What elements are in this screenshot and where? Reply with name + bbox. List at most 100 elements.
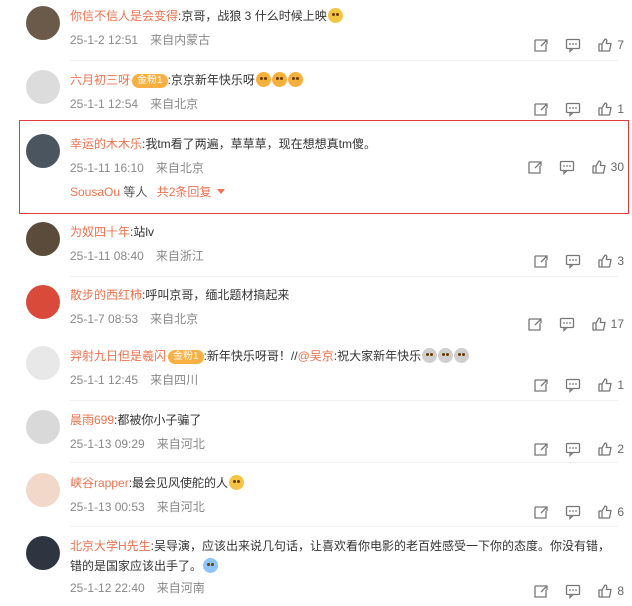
- comment-text: :吴导演，应该出来说几句话，让喜欢看你电影的老百姓感受一下你的态度。你没有错，错…: [70, 539, 611, 573]
- comment-text: :呼叫京哥，缅北题材搞起来: [142, 288, 290, 302]
- comment-username[interactable]: 羿射九日但是羲闪: [70, 349, 166, 363]
- divider: [70, 276, 618, 277]
- avatar[interactable]: [26, 346, 60, 380]
- comment-username[interactable]: 你信不信人是会变得: [70, 9, 178, 23]
- repost-icon[interactable]: [533, 377, 549, 393]
- comment-item: 幸运的木木乐:我tm看了两遍，草草草，现在想想真tm傻。 25-1-11 16:…: [0, 134, 632, 214]
- comment-icon[interactable]: [565, 253, 581, 269]
- comment-icon[interactable]: [565, 583, 581, 599]
- comment-location: 来自北京: [155, 161, 204, 175]
- divider: [70, 462, 618, 463]
- reply-count[interactable]: 共2条回复: [157, 185, 212, 199]
- like-button[interactable]: 17: [591, 316, 624, 332]
- like-button[interactable]: 30: [591, 159, 624, 175]
- thumbs-up-icon: [591, 160, 606, 174]
- avatar[interactable]: [26, 473, 60, 507]
- avatar[interactable]: [26, 134, 60, 168]
- avatar[interactable]: [26, 285, 60, 319]
- comment-username[interactable]: 散步的西红柿: [70, 288, 142, 302]
- comment-username[interactable]: 北京大学H先生: [70, 539, 151, 553]
- comment-time: 25-1-1 12:45: [70, 373, 139, 387]
- divider: [70, 60, 618, 61]
- comment-icon[interactable]: [565, 377, 581, 393]
- comment-text: :京哥，战狼 3 什么时候上映: [178, 9, 327, 23]
- like-button[interactable]: 1: [597, 377, 624, 393]
- like-button[interactable]: 6: [597, 504, 624, 520]
- comment-icon[interactable]: [565, 441, 581, 457]
- repost-icon[interactable]: [533, 441, 549, 457]
- comment-time: 25-1-2 12:51: [70, 33, 139, 47]
- avatar[interactable]: [26, 410, 60, 444]
- avatar[interactable]: [26, 222, 60, 256]
- comment-time: 25-1-11 08:40: [70, 249, 144, 263]
- like-button[interactable]: 2: [597, 441, 624, 457]
- avatar[interactable]: [26, 6, 60, 40]
- divider: [70, 400, 618, 401]
- like-count: 2: [617, 442, 624, 456]
- comment-time: 25-1-7 08:53: [70, 312, 139, 326]
- reply-username[interactable]: SousaOu: [70, 185, 120, 199]
- comment-location: 来自河南: [156, 581, 205, 595]
- comment-username[interactable]: 峡谷rapper: [70, 476, 129, 490]
- comment-item: 北京大学H先生:吴导演，应该出来说几句话，让喜欢看你电影的老百姓感受一下你的态度…: [0, 536, 632, 604]
- comment-text: :站lv: [130, 225, 155, 239]
- repost-icon[interactable]: [533, 583, 549, 599]
- like-count: 1: [617, 102, 624, 116]
- thumbs-up-icon: [591, 317, 606, 331]
- repost-icon[interactable]: [533, 504, 549, 520]
- like-count: 17: [610, 317, 624, 331]
- avatar[interactable]: [26, 70, 60, 104]
- comment-item: 六月初三呀 金粉1:京京新年快乐呀 25-1-1 12:54 来自北京 1: [0, 70, 632, 120]
- comment-time: 25-1-13 09:29: [70, 437, 145, 451]
- comment-item: 峡谷rapper:最会见风使舵的人 25-1-13 00:53 来自河北 6: [0, 473, 632, 525]
- comment-icon[interactable]: [565, 37, 581, 53]
- comment-username[interactable]: 六月初三呀: [70, 73, 130, 87]
- comment-icon[interactable]: [559, 159, 575, 175]
- mention-link[interactable]: @吴京: [298, 349, 334, 363]
- thumbs-up-icon: [598, 38, 612, 52]
- comment-text: :都被你小子骗了: [114, 413, 202, 427]
- comment-username[interactable]: 晨雨699: [70, 413, 114, 427]
- comment-location: 来自河北: [156, 437, 205, 451]
- like-count: 30: [610, 160, 624, 174]
- comment-text: :京京新年快乐呀: [167, 73, 255, 87]
- like-button[interactable]: 1: [597, 101, 624, 117]
- comment-item: 为奴四十年:站lv 25-1-11 08:40 来自浙江 3: [0, 222, 632, 274]
- quoted-text: :祝大家新年快乐: [333, 349, 422, 363]
- emoji-icon: [287, 72, 303, 87]
- comment-username[interactable]: 为奴四十年: [70, 225, 130, 239]
- comment-location: 来自河北: [156, 500, 205, 514]
- comment-icon[interactable]: [565, 504, 581, 520]
- like-count: 3: [617, 254, 624, 268]
- emoji-icon: [271, 72, 287, 87]
- like-count: 7: [617, 38, 624, 52]
- comment-icon[interactable]: [565, 101, 581, 117]
- divider: [70, 526, 618, 527]
- repost-icon[interactable]: [533, 37, 549, 53]
- reply-suffix: 等人: [123, 185, 148, 199]
- like-count: 6: [617, 505, 624, 519]
- repost-icon[interactable]: [533, 253, 549, 269]
- fan-badge: 金粉1: [168, 350, 204, 364]
- thumbs-up-icon: [598, 505, 612, 519]
- comment-item: 散步的西红柿:呼叫京哥，缅北题材搞起来 25-1-7 08:53 来自北京 17: [0, 285, 632, 337]
- avatar[interactable]: [26, 536, 60, 570]
- like-button[interactable]: 7: [597, 37, 624, 53]
- comment-text: :新年快乐呀哥！//: [203, 349, 298, 363]
- thumbs-up-icon: [598, 442, 612, 456]
- thumbs-up-icon: [598, 254, 612, 268]
- repost-icon[interactable]: [527, 159, 543, 175]
- comment-time: 25-1-1 12:54: [70, 97, 139, 111]
- repost-icon[interactable]: [527, 316, 543, 332]
- comment-username[interactable]: 幸运的木木乐: [70, 137, 142, 151]
- emoji-icon: [454, 348, 470, 363]
- comment-icon[interactable]: [559, 316, 575, 332]
- like-button[interactable]: 3: [597, 253, 624, 269]
- reply-summary[interactable]: SousaOu 等人 共2条回复: [70, 184, 618, 200]
- repost-icon[interactable]: [533, 101, 549, 117]
- emoji-icon: [422, 348, 438, 363]
- like-button[interactable]: 8: [597, 583, 624, 599]
- chevron-down-icon[interactable]: [217, 189, 226, 194]
- comment-location: 来自北京: [150, 97, 199, 111]
- emoji-icon: [438, 348, 454, 363]
